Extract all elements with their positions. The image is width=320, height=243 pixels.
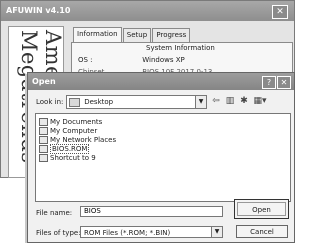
list-item-label: Shortcut to 9 [50,154,96,162]
look-in-dropdown[interactable]: Desktop ▼ [66,95,207,109]
documents-folder-icon [39,118,48,126]
up-folder-icon[interactable]: ▥ [224,95,236,107]
file-name-label: File name: [36,209,73,217]
files-of-type-label: Files of type: [36,229,81,237]
open-dialog: Open ? ✕ Look in: Desktop ▼ ⇦ ▥ ✱ ▦▾ My … [27,72,295,243]
os-label: OS : [78,56,93,64]
network-places-icon [39,136,48,144]
new-folder-icon[interactable]: ✱ [238,95,250,107]
afuwin-close-icon[interactable]: ✕ [272,5,288,19]
open-button[interactable]: Open [234,199,289,219]
computer-icon [39,127,48,135]
close-icon[interactable]: ✕ [277,76,291,89]
chevron-down-icon[interactable]: ▼ [195,96,206,108]
list-item-label: My Documents [50,118,103,126]
afuwin-title: AFUWIN v4.10 [6,6,71,15]
open-dialog-title: Open [32,77,56,86]
afuwin-title-bar[interactable]: AFUWIN v4.10 [1,1,294,21]
open-dialog-title-bar[interactable]: Open [28,73,294,90]
tab-information[interactable]: Information [73,27,122,42]
look-in-value: Desktop [84,98,114,106]
back-icon[interactable]: ⇦ [210,95,222,107]
tab-setup[interactable]: Setup [122,28,152,42]
rom-file-icon [39,145,48,153]
file-list[interactable]: My Documents My Computer My Network Plac… [35,113,291,202]
shortcut-icon [39,154,48,162]
list-item[interactable]: Shortcut to 9 [39,154,96,163]
os-value: Windows XP [142,56,185,64]
files-of-type-select[interactable]: ROM Files (*.ROM; *.BIN) ▼ [80,226,223,238]
list-item-label: My Computer [50,127,98,135]
chevron-down-icon[interactable]: ▼ [211,227,222,237]
system-information-group-title: System Information [146,44,215,52]
list-item-label: My Network Places [50,136,117,144]
desktop-folder-icon [69,98,80,107]
list-item[interactable]: My Documents [39,118,102,127]
list-item-label: BIOS.ROM [50,144,90,154]
files-of-type-value: ROM Files (*.ROM; *.BIN) [84,229,171,237]
look-in-label: Look in: [36,98,64,106]
help-icon[interactable]: ? [262,76,276,89]
afuwin-tab-strip: Information Setup Progress [73,27,191,42]
list-item[interactable]: My Computer [39,127,97,136]
view-menu-icon[interactable]: ▦▾ [252,95,268,107]
cancel-button[interactable]: Cancel [236,225,288,238]
file-name-input[interactable] [80,206,223,217]
tab-progress[interactable]: Progress [152,28,191,42]
list-item-selected[interactable]: BIOS.ROM [39,144,90,154]
os-row: OS : Windows XP [78,56,278,64]
